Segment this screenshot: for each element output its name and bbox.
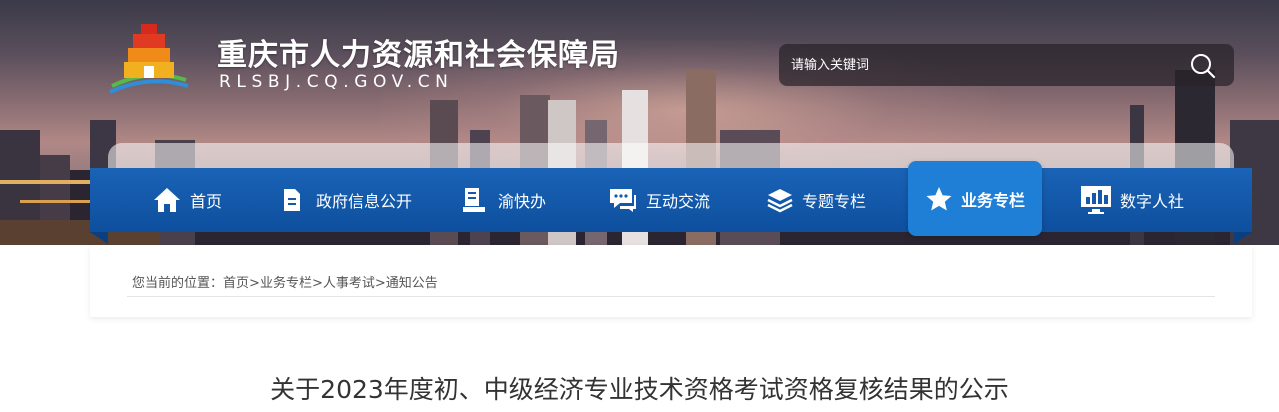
star-icon <box>926 186 952 210</box>
nav-item-label: 专题专栏 <box>802 192 867 211</box>
breadcrumb-notices[interactable]: 通知公告 <box>386 276 438 291</box>
nav-item-business[interactable]: 业务专栏 <box>908 161 1042 236</box>
nav-item-label: 数字人社 <box>1120 192 1185 211</box>
search-icon[interactable] <box>1189 52 1217 80</box>
site-domain: RLSBJ.CQ.GOV.CN <box>219 72 454 92</box>
search-input[interactable] <box>791 44 1181 86</box>
nav-item-topics[interactable]: 专题专栏 <box>766 168 866 232</box>
nav-item-digital[interactable]: 数字人社 <box>1080 168 1184 232</box>
chat-icon <box>610 189 636 212</box>
nav-item-yukuaiban[interactable]: 渝快办 <box>462 168 546 232</box>
site-title[interactable]: 重庆市人力资源和社会保障局 <box>217 30 620 74</box>
nav-item-label: 业务专栏 <box>960 190 1025 210</box>
nav-item-home[interactable]: 首页 <box>152 168 222 232</box>
breadcrumb-prefix: 您当前的位置： <box>132 276 224 291</box>
nav-item-label: 互动交流 <box>646 192 711 211</box>
breadcrumb: 您当前的位置：首页>业务专栏>人事考试>通知公告 <box>132 272 438 291</box>
nav-item-label: 政府信息公开 <box>316 192 413 211</box>
breadcrumb-divider <box>127 296 1215 297</box>
home-icon <box>154 188 180 212</box>
monitor-chart-icon <box>1081 186 1111 214</box>
nav-item-label: 渝快办 <box>498 192 547 211</box>
search-box <box>779 44 1234 86</box>
breadcrumb-separator: > <box>374 276 386 291</box>
nav-item-gov-info[interactable]: 政府信息公开 <box>282 168 412 232</box>
breadcrumb-personnel-exam[interactable]: 人事考试 <box>323 276 375 291</box>
layers-icon <box>767 189 793 213</box>
breadcrumb-separator: > <box>249 276 260 291</box>
breadcrumb-home[interactable]: 首页 <box>223 276 249 291</box>
form-icon <box>463 188 485 212</box>
breadcrumb-separator: > <box>311 276 323 291</box>
tiered-gate-emblem-icon[interactable] <box>108 22 190 98</box>
nav-item-interaction[interactable]: 互动交流 <box>608 168 710 232</box>
article-title: 关于2023年度初、中级经济专业技术资格考试资格复核结果的公示 <box>270 375 1009 404</box>
nav-item-label: 首页 <box>190 192 223 211</box>
breadcrumb-business[interactable]: 业务专栏 <box>260 276 312 291</box>
document-icon <box>284 189 300 211</box>
